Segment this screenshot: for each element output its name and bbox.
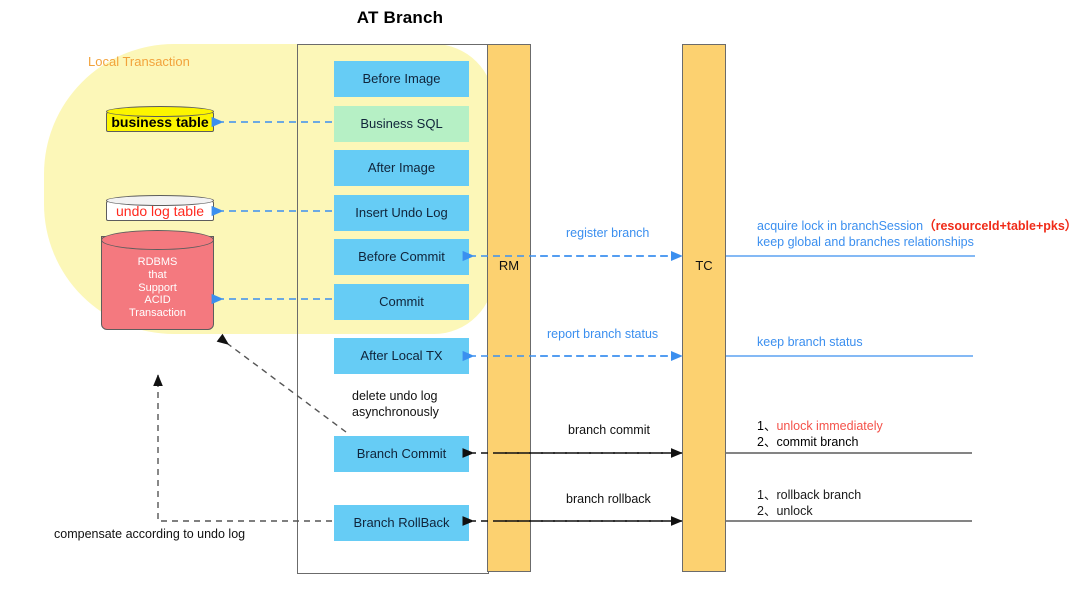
step-before-image[interactable]: Before Image xyxy=(334,61,469,97)
step-branch-commit[interactable]: Branch Commit xyxy=(334,436,469,472)
note-branch-rollback-actions: 1、rollback branch 2、unlock xyxy=(757,487,861,519)
business-table-datastore: business table xyxy=(106,106,214,136)
note-acquire-lock-text: acquire lock in branchSession xyxy=(757,219,924,233)
note-branch-rollback-item-2-text: unlock xyxy=(776,504,813,518)
note-branch-commit-item-1: 1、unlock immediately xyxy=(757,418,883,434)
rdbms-label-line-1: RDBMS xyxy=(137,255,178,268)
step-after-image[interactable]: After Image xyxy=(334,150,469,186)
note-branch-rollback-item-2: 2、unlock xyxy=(757,503,861,519)
business-table-cap xyxy=(106,106,214,117)
tc-column xyxy=(682,44,726,572)
step-business-sql[interactable]: Business SQL xyxy=(334,106,469,142)
rm-label: RM xyxy=(498,258,520,273)
rdbms-label: RDBMS that Support ACID Transaction xyxy=(129,246,186,321)
rdbms-label-line-2: that xyxy=(148,268,167,281)
rdbms-label-line-5: Transaction xyxy=(128,307,187,320)
note-branch-commit-item-1-text: unlock immediately xyxy=(776,419,883,433)
undo-log-table-datastore: undo log table xyxy=(106,195,214,225)
note-branch-rollback-item-1-num: 1、 xyxy=(757,488,777,502)
note-keep-branch-status: keep branch status xyxy=(757,335,863,349)
page-title: AT Branch xyxy=(0,8,1080,28)
step-commit[interactable]: Commit xyxy=(334,284,469,320)
flow-label-branch-rollback: branch rollback xyxy=(566,492,651,506)
note-acquire-lock: acquire lock in branchSession（resourceId… xyxy=(757,218,1077,250)
local-transaction-label: Local Transaction xyxy=(88,54,190,69)
undo-log-table-cap xyxy=(106,195,214,206)
note-branch-rollback-item-1: 1、rollback branch xyxy=(757,487,861,503)
note-delete-undo-log-line-2: asynchronously xyxy=(352,405,439,419)
note-branch-commit-item-1-num: 1、 xyxy=(757,419,777,433)
tc-note-underlines xyxy=(726,255,975,522)
note-delete-undo-log: delete undo log asynchronously xyxy=(352,388,439,420)
page-title-text: AT Branch xyxy=(356,8,444,27)
note-acquire-lock-line-2: keep global and branches relationships xyxy=(757,235,974,249)
note-branch-commit-item-2-text: commit branch xyxy=(776,435,859,449)
rdbms-label-line-3: Support xyxy=(138,281,177,294)
note-compensate: compensate according to undo log xyxy=(54,527,246,541)
note-branch-rollback-item-2-num: 2、 xyxy=(757,504,777,518)
note-delete-undo-log-line-1: delete undo log xyxy=(352,389,438,403)
diagram-canvas: Local Transaction AT Branch RM TC Before… xyxy=(0,0,1080,608)
flow-label-branch-commit: branch commit xyxy=(568,423,650,437)
flow-label-register-branch: register branch xyxy=(566,226,650,240)
note-acquire-lock-key: （resourceId+table+pks） xyxy=(923,219,1078,233)
rdbms-label-line-4: ACID xyxy=(144,294,171,307)
tc-label: TC xyxy=(695,258,713,273)
step-before-commit[interactable]: Before Commit xyxy=(334,239,469,275)
note-branch-commit-item-2: 2、commit branch xyxy=(757,434,883,450)
step-branch-rollback[interactable]: Branch RollBack xyxy=(334,505,469,541)
step-insert-undo-log[interactable]: Insert Undo Log xyxy=(334,195,469,231)
note-acquire-lock-line-1: acquire lock in branchSession（resourceId… xyxy=(757,218,1077,234)
note-branch-commit-actions: 1、unlock immediately 2、commit branch xyxy=(757,418,883,450)
note-branch-commit-item-2-num: 2、 xyxy=(757,435,777,449)
rm-column xyxy=(487,44,531,572)
step-after-local-tx[interactable]: After Local TX xyxy=(334,338,469,374)
rdbms-datastore: RDBMS that Support ACID Transaction xyxy=(101,230,214,336)
note-branch-rollback-item-1-text: rollback branch xyxy=(776,488,862,502)
rdbms-body: RDBMS that Support ACID Transaction xyxy=(101,236,214,330)
flow-label-report-branch-status: report branch status xyxy=(547,327,659,341)
